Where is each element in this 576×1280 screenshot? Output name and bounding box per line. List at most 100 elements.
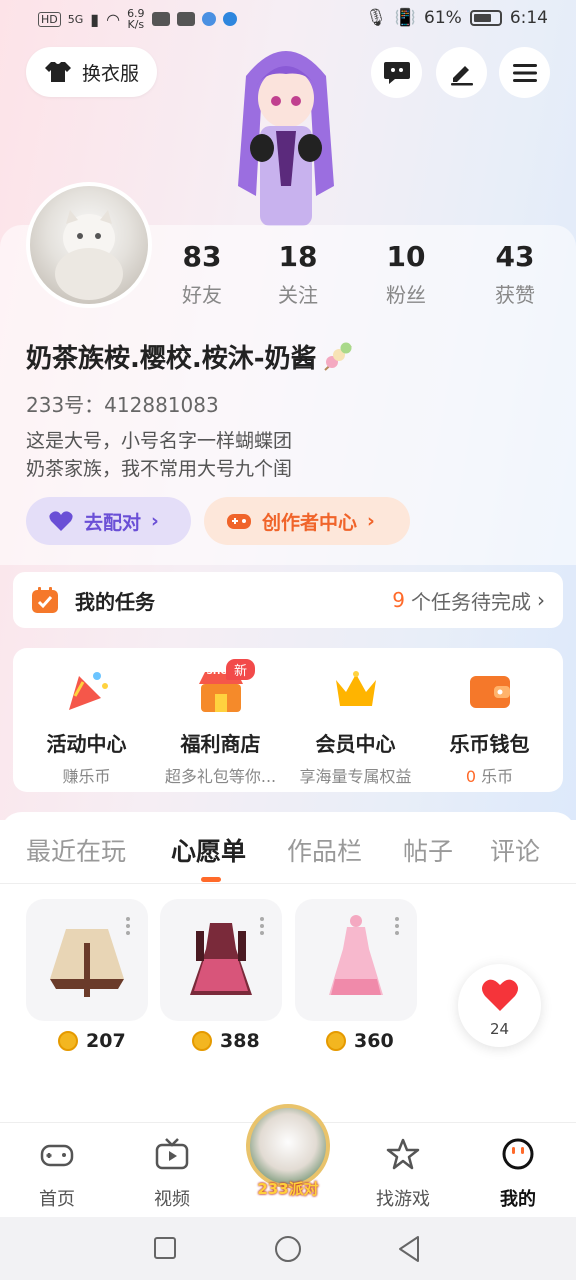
back-icon[interactable]	[396, 1235, 422, 1263]
nav-find-games[interactable]: 找游戏	[358, 1138, 448, 1211]
tab-works[interactable]: 作品栏	[287, 832, 362, 868]
bio-line-1: 这是大号，小号名字一样蝴蝶团	[26, 430, 293, 452]
tasks-status: 9 个任务待完成 ›	[392, 586, 545, 615]
likes-label: 获赞	[495, 283, 535, 307]
profile-avatar[interactable]	[26, 182, 152, 308]
home-icon[interactable]	[274, 1235, 302, 1263]
welfare-shop-sub: 超多礼包等你...	[164, 767, 277, 786]
likes-count: 43	[495, 240, 535, 273]
friends-count: 83	[182, 240, 222, 273]
tasks-title: 我的任务	[75, 589, 155, 614]
heart-icon	[49, 511, 73, 531]
edit-profile-button[interactable]	[436, 47, 487, 98]
chevron-right-icon: ›	[367, 510, 375, 532]
price-value: 207	[86, 1030, 126, 1052]
friends-label: 好友	[182, 283, 222, 307]
chevron-right-icon: ›	[151, 510, 159, 532]
nav-home[interactable]: 首页	[12, 1138, 102, 1211]
welfare-shop[interactable]: SHOP 福利商店 超多礼包等你...	[152, 648, 289, 787]
pencil-icon	[450, 65, 473, 85]
crown-icon	[335, 671, 376, 706]
activity-center-label: 活动中心	[46, 732, 127, 756]
party-popper-icon	[68, 672, 108, 710]
tab-comments[interactable]: 评论	[490, 832, 540, 868]
stat-following[interactable]: 18 关注	[253, 240, 343, 308]
net-speed: 6.9 K/s	[127, 7, 145, 31]
app-icon	[176, 12, 195, 26]
nav-me-label: 我的	[500, 1189, 536, 1210]
signal-icon: ▮	[90, 9, 100, 29]
coin-unit: 乐币	[481, 767, 514, 786]
nav-party-label[interactable]: 233派对	[246, 1178, 330, 1199]
match-button[interactable]: 去配对 ›	[26, 497, 191, 545]
wishlist-price: 360	[326, 1030, 394, 1052]
creator-center-button[interactable]: 创作者中心 ›	[204, 497, 410, 545]
chat-button[interactable]	[371, 47, 422, 98]
coin-icon	[58, 1031, 78, 1051]
coin-wallet[interactable]: 乐币钱包 0 乐币	[421, 648, 558, 787]
activity-center-sub: 赚乐币	[62, 767, 111, 786]
wifi-icon: ◠	[106, 9, 121, 29]
wishlist-item[interactable]	[295, 899, 417, 1021]
tasks-suffix: 个任务待完成	[411, 589, 531, 614]
recent-apps-icon[interactable]	[153, 1236, 177, 1260]
stat-friends[interactable]: 83 好友	[157, 240, 247, 308]
bio-line-2: 奶茶家族，我不常用大号九个闺	[26, 458, 293, 480]
stat-likes[interactable]: 43 获赞	[470, 240, 560, 308]
my-tasks-row[interactable]: 我的任务 9 个任务待完成 ›	[13, 572, 563, 628]
video-icon	[151, 12, 170, 26]
more-options-icon[interactable]	[395, 917, 399, 921]
stat-fans[interactable]: 10 粉丝	[361, 240, 451, 308]
wishlist-item[interactable]	[26, 899, 148, 1021]
tab-posts[interactable]: 帖子	[403, 832, 453, 868]
hamburger-icon	[512, 63, 537, 82]
coin-wallet-label: 乐币钱包	[449, 732, 530, 756]
nav-video[interactable]: 视频	[127, 1138, 217, 1211]
calendar-icon	[32, 587, 58, 613]
smiley-icon	[502, 1138, 534, 1170]
dango-icon	[323, 342, 352, 371]
shirt-icon	[44, 62, 71, 82]
member-center[interactable]: 会员中心 享海量专属权益	[287, 648, 424, 787]
tab-recent[interactable]: 最近在玩	[26, 832, 126, 868]
like-count: 24	[489, 1020, 510, 1038]
nickname-text: 奶茶族桉.樱校.桉沐-奶酱	[26, 344, 317, 374]
wishlist-item[interactable]	[160, 899, 282, 1021]
new-badge: 新	[226, 659, 256, 680]
menu-button[interactable]	[499, 47, 550, 98]
status-bar: HD 5G ▮ ◠ 6.9 K/s 🎙 📳 61% 6:14	[0, 0, 576, 38]
star-icon	[386, 1138, 420, 1170]
member-center-sub: 享海量专属权益	[299, 767, 412, 786]
following-label: 关注	[278, 283, 318, 307]
change-outfit-button[interactable]: 换衣服	[26, 47, 157, 97]
nav-home-label: 首页	[39, 1189, 75, 1210]
member-center-label: 会员中心	[315, 732, 396, 756]
wishlist-price: 388	[192, 1030, 260, 1052]
nickname: 奶茶族桉.樱校.桉沐-奶酱	[26, 338, 355, 375]
change-outfit-label: 换衣服	[81, 62, 139, 85]
hd-indicator: HD	[38, 11, 61, 27]
fans-count: 10	[386, 240, 426, 273]
party-avatar[interactable]	[246, 1104, 330, 1188]
tab-wishlist[interactable]: 心愿单	[171, 832, 246, 868]
price-value: 360	[354, 1030, 394, 1052]
wishlist-price: 207	[58, 1030, 126, 1052]
match-label: 去配对	[84, 511, 142, 534]
welfare-shop-label: 福利商店	[180, 732, 261, 756]
like-button[interactable]: 24	[458, 964, 541, 1047]
clock: 6:14	[509, 8, 548, 28]
nav-me[interactable]: 我的	[473, 1138, 563, 1211]
cat-image	[55, 210, 123, 300]
activity-center[interactable]: 活动中心 赚乐币	[18, 648, 155, 787]
tab-indicator	[201, 877, 221, 882]
gamepad-icon	[227, 514, 251, 529]
chat-icon	[383, 61, 410, 84]
heart-icon	[481, 979, 518, 1011]
bulb-icon	[222, 12, 237, 26]
more-options-icon[interactable]	[260, 917, 264, 921]
battery-percent: 61%	[424, 8, 462, 28]
more-options-icon[interactable]	[126, 917, 130, 921]
user-id: 233号：412881083	[26, 393, 219, 417]
following-count: 18	[278, 240, 318, 273]
avatar-character	[238, 51, 334, 226]
